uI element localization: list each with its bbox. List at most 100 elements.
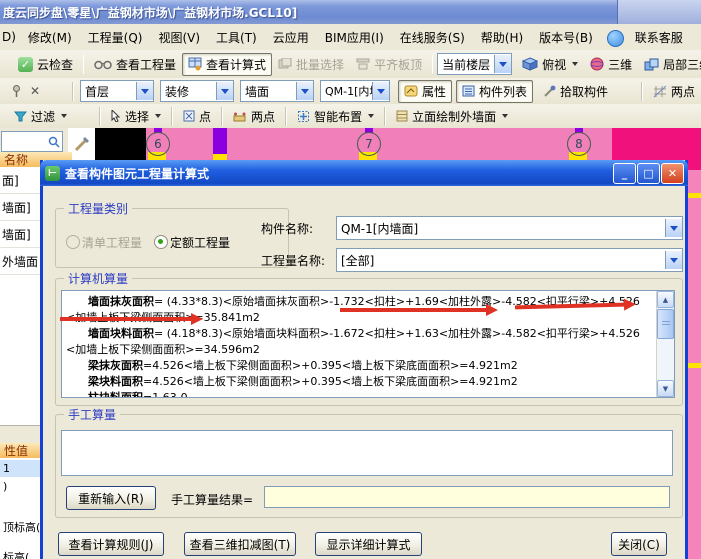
brush-icon[interactable] bbox=[74, 134, 92, 152]
dropper-icon bbox=[543, 85, 556, 98]
point-button[interactable]: 点 bbox=[177, 105, 217, 128]
type-combo[interactable]: 墙面 bbox=[240, 80, 314, 102]
component-name-label: 构件名称: bbox=[261, 222, 314, 236]
menu-item-view[interactable]: 视图(V) bbox=[150, 26, 208, 49]
elevation-draw-button[interactable]: 立面绘制外墙面 bbox=[390, 105, 514, 128]
current-floor-combo[interactable]: 当前楼层 bbox=[437, 53, 513, 75]
menu-item-contact-service[interactable]: 联系客服 bbox=[627, 26, 691, 49]
two-point-button[interactable]: 两点 bbox=[227, 105, 281, 128]
search-input[interactable] bbox=[1, 131, 63, 152]
smart-layout-button[interactable]: 智能布置 bbox=[291, 105, 380, 128]
axis-bubble-7: 7 bbox=[357, 132, 381, 156]
floor-combo[interactable]: 首层 bbox=[80, 80, 154, 102]
calc-line: <加墙上板下梁侧面面积>=34.596m2 bbox=[66, 343, 260, 356]
align-slab-icon bbox=[356, 58, 370, 70]
component-name-combo[interactable]: QM-1[内墙面] bbox=[336, 216, 683, 240]
scroll-up-button[interactable]: ▲ bbox=[657, 291, 674, 308]
component-combo[interactable]: QM-1[内墙 bbox=[320, 80, 390, 102]
combo-dropdown-button[interactable] bbox=[216, 82, 233, 100]
panel-close-icon[interactable]: ✕ bbox=[30, 84, 40, 98]
minimize-button[interactable]: _ bbox=[613, 163, 636, 184]
filter-button[interactable]: 过滤 bbox=[8, 105, 73, 128]
toolbar-separator bbox=[83, 54, 85, 74]
combo-dropdown-button[interactable] bbox=[494, 55, 512, 73]
combo-dropdown-button[interactable] bbox=[665, 219, 682, 237]
yellow-dash bbox=[688, 363, 701, 368]
align-slab-top-button: 平齐板顶 bbox=[350, 53, 428, 76]
two-point-button-right[interactable]: 两点 bbox=[647, 80, 701, 103]
column-purple bbox=[213, 128, 227, 154]
canvas-wall-magenta bbox=[612, 128, 701, 160]
vertical-scrollbar[interactable]: ▲ ▼ bbox=[656, 291, 674, 397]
dialog-titlebar[interactable]: ⊢ 查看构件图元工程量计算式 _ □ ✕ bbox=[40, 160, 688, 186]
maximize-button[interactable]: □ bbox=[637, 163, 660, 184]
menu-item-version[interactable]: 版本号(B) bbox=[531, 26, 601, 49]
combo-dropdown-button[interactable] bbox=[136, 82, 153, 100]
quota-quantity-radio[interactable] bbox=[154, 235, 168, 249]
category-combo[interactable]: 装修 bbox=[160, 80, 234, 102]
select-button[interactable]: 选择 bbox=[105, 105, 167, 128]
properties-button[interactable]: 属性 bbox=[398, 79, 453, 103]
toolbar-main: ✓ 云检查 查看工程量 查看计算式 批量选择 平齐板顶 当前楼层 俯视 三维 局… bbox=[0, 50, 701, 79]
top-view-button[interactable]: 俯视 bbox=[516, 53, 584, 76]
toolbar-separator bbox=[432, 54, 434, 74]
view-formula-button[interactable]: 查看计算式 bbox=[182, 52, 273, 76]
menu-bar: D) 修改(M) 工程量(Q) 视图(V) 工具(T) 云应用 BIM应用(I)… bbox=[0, 24, 701, 51]
partial-3d-button[interactable]: 局部三维 bbox=[638, 53, 701, 76]
formula-grid-icon bbox=[188, 57, 202, 71]
scroll-down-button[interactable]: ▼ bbox=[657, 380, 674, 397]
axis-bubble-6: 6 bbox=[146, 132, 170, 156]
component-list-button[interactable]: 构件列表 bbox=[456, 79, 534, 103]
list-quantity-radio bbox=[66, 235, 80, 249]
view-3d-deduction-button[interactable]: 查看三维扣减图(T) bbox=[184, 532, 296, 556]
check-icon: ✓ bbox=[18, 56, 33, 72]
quantity-name-combo[interactable]: [全部] bbox=[336, 248, 683, 272]
three-d-button[interactable]: 三维 bbox=[584, 53, 638, 76]
manual-calc-textarea[interactable] bbox=[61, 430, 673, 476]
manual-result-field[interactable] bbox=[264, 486, 670, 508]
two-point-icon bbox=[233, 111, 247, 122]
close-icon[interactable]: ✕ bbox=[661, 163, 684, 184]
window-titlebar: 度云同步盘\零星\广益钢材市场\广益钢材市场.GCL10] bbox=[0, 0, 701, 24]
menu-item-partial[interactable]: D) bbox=[0, 27, 20, 47]
toolbar-separator bbox=[384, 106, 387, 126]
titlebar-right-panel bbox=[617, 0, 701, 24]
pin-icon[interactable] bbox=[12, 85, 21, 97]
show-detail-button[interactable]: 显示详细计算式 bbox=[315, 532, 422, 556]
reinput-button[interactable]: 重新输入(R) bbox=[66, 486, 156, 510]
cloud-check-button[interactable]: ✓ 云检查 bbox=[12, 53, 79, 76]
menu-item-cloud-app[interactable]: 云应用 bbox=[265, 26, 317, 49]
calc-line: 柱块料面积=1.63-0 bbox=[88, 391, 188, 398]
close-button[interactable]: 关闭(C) bbox=[611, 532, 667, 556]
combo-dropdown-button[interactable] bbox=[296, 82, 313, 100]
dialog-title: 查看构件图元工程量计算式 bbox=[65, 166, 210, 181]
pick-component-button[interactable]: 拾取构件 bbox=[537, 80, 614, 103]
scroll-thumb[interactable] bbox=[657, 309, 674, 339]
menu-item-bim-app[interactable]: BIM应用(I) bbox=[317, 26, 392, 49]
menu-item-quantity[interactable]: 工程量(Q) bbox=[80, 26, 151, 49]
point-box-icon bbox=[183, 110, 195, 122]
combo-dropdown-button[interactable] bbox=[665, 251, 682, 269]
drawing-canvas[interactable]: 6 7 8 bbox=[0, 128, 701, 160]
toolbar-navigation: ✕ 首层 装修 墙面 QM-1[内墙 属性 构件列 bbox=[0, 78, 701, 105]
list-icon bbox=[462, 85, 475, 97]
combo-dropdown-button[interactable] bbox=[372, 82, 389, 100]
menu-item-help[interactable]: 帮助(H) bbox=[473, 26, 531, 49]
quantity-type-group: 工程量类别 清单工程量 定额工程量 bbox=[55, 200, 289, 268]
toolbar-separator bbox=[99, 106, 102, 126]
menu-item-tools[interactable]: 工具(T) bbox=[208, 26, 265, 49]
toolbar-separator bbox=[72, 81, 74, 101]
view-quantity-button[interactable]: 查看工程量 bbox=[88, 53, 182, 76]
menu-item-modify[interactable]: 修改(M) bbox=[20, 26, 80, 49]
canvas-magenta-edge bbox=[688, 160, 701, 170]
list-quantity-label: 清单工程量 bbox=[82, 236, 143, 250]
calc-line: 梁抹灰面积=4.526<墙上板下梁侧面面积>+0.395<墙上板下梁底面面积>=… bbox=[88, 359, 518, 372]
cursor-icon bbox=[111, 110, 121, 122]
glasses-icon bbox=[94, 59, 112, 70]
view-rules-button[interactable]: 查看计算规则(J) bbox=[58, 532, 164, 556]
menu-item-online-service[interactable]: 在线服务(S) bbox=[392, 26, 473, 49]
calc-line: 梁块料面积=4.526<墙上板下梁侧面面积>+0.395<墙上板下梁底面面积>=… bbox=[88, 375, 518, 388]
toolbar-separator bbox=[640, 81, 643, 101]
chevron-down-icon bbox=[155, 114, 162, 121]
canvas-black-region bbox=[95, 128, 146, 160]
